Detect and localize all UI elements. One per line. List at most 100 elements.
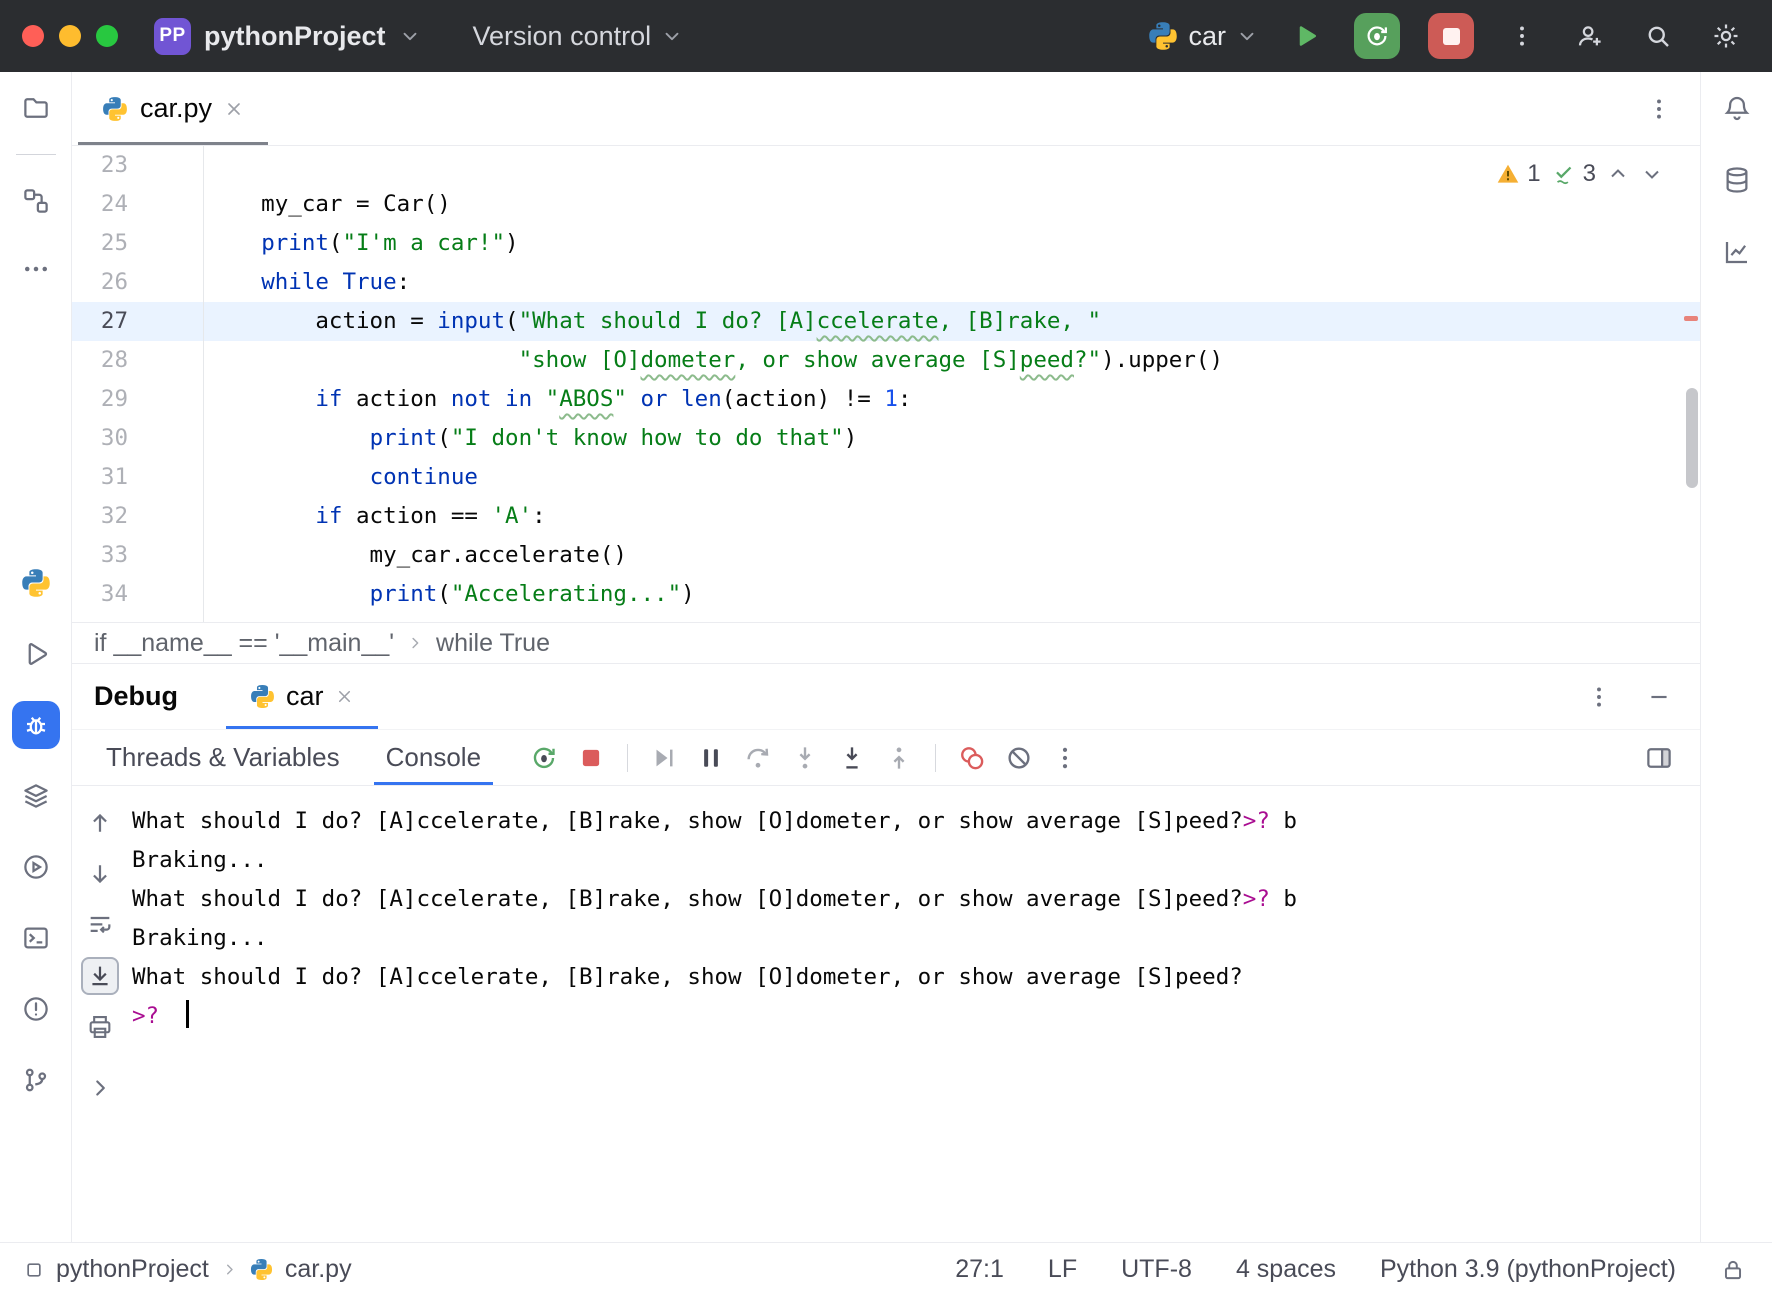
statusbar-project[interactable]: pythonProject xyxy=(56,1255,209,1284)
line-number[interactable]: 30 xyxy=(72,419,203,458)
version-control-tool-button[interactable] xyxy=(12,1056,60,1104)
rerun-debug-button[interactable] xyxy=(1354,13,1400,59)
layout-settings-icon[interactable] xyxy=(1644,743,1674,773)
run-button[interactable] xyxy=(1286,16,1326,56)
up-stack-frame-button[interactable] xyxy=(81,804,119,842)
line-number[interactable]: 25 xyxy=(72,224,203,263)
code-line-23[interactable]: 23 xyxy=(72,146,1700,185)
code-with-me-button[interactable] xyxy=(1570,16,1610,56)
stop-button[interactable] xyxy=(1428,13,1474,59)
warnings-group[interactable]: 1 xyxy=(1495,154,1540,193)
code-line-27[interactable]: 27 action = input("What should I do? [A]… xyxy=(72,302,1700,341)
interpreter-widget[interactable]: Python 3.9 (pythonProject) xyxy=(1380,1255,1676,1284)
zoom-window-button[interactable] xyxy=(96,25,118,47)
project-tool-button[interactable] xyxy=(12,84,60,132)
run-anything-button[interactable] xyxy=(12,843,60,891)
line-number[interactable]: 31 xyxy=(72,458,203,497)
resume-icon[interactable] xyxy=(649,743,679,773)
step-out-icon[interactable] xyxy=(884,743,914,773)
tab-threads-variables[interactable]: Threads & Variables xyxy=(94,730,352,785)
minimize-window-button[interactable] xyxy=(59,25,81,47)
debug-session-tab[interactable]: car xyxy=(226,664,378,729)
more-actions-button[interactable] xyxy=(1502,16,1542,56)
project-widget[interactable]: PP pythonProject xyxy=(154,18,421,55)
tab-console[interactable]: Console xyxy=(374,730,493,785)
problems-tool-button[interactable] xyxy=(12,985,60,1033)
structure-tool-button[interactable] xyxy=(12,177,60,225)
search-everywhere-button[interactable] xyxy=(1638,16,1678,56)
error-stripe-mark[interactable] xyxy=(1684,316,1698,321)
view-breakpoints-icon[interactable] xyxy=(957,743,987,773)
previous-problem-icon[interactable] xyxy=(1606,162,1630,186)
notifications-button[interactable] xyxy=(1713,84,1761,132)
code-line-30[interactable]: 30 print("I don't know how to do that") xyxy=(72,419,1700,458)
soft-wrap-button[interactable] xyxy=(81,906,119,944)
close-icon[interactable] xyxy=(335,687,354,706)
line-number[interactable]: 27 xyxy=(72,302,203,341)
scroll-to-end-button[interactable] xyxy=(81,957,119,995)
pause-icon[interactable] xyxy=(696,743,726,773)
rerun-icon[interactable] xyxy=(529,743,559,773)
code-line-32[interactable]: 32 if action == 'A': xyxy=(72,497,1700,536)
debug-tool-button[interactable] xyxy=(12,701,60,749)
caret-position-widget[interactable]: 27:1 xyxy=(955,1255,1004,1284)
line-number[interactable]: 33 xyxy=(72,536,203,575)
database-tool-button[interactable] xyxy=(1713,156,1761,204)
python-packages-button[interactable] xyxy=(12,559,60,607)
code-line-29[interactable]: 29 if action not in "ABOS" or len(action… xyxy=(72,380,1700,419)
expand-toolbar-button[interactable] xyxy=(81,1069,119,1107)
editor[interactable]: 2324 my_car = Car()25 print("I'm a car!"… xyxy=(72,146,1700,622)
next-problem-icon[interactable] xyxy=(1640,162,1664,186)
charts-tool-button[interactable] xyxy=(1713,228,1761,276)
step-into-icon[interactable] xyxy=(790,743,820,773)
print-button[interactable] xyxy=(81,1008,119,1046)
editor-scrollbar[interactable] xyxy=(1686,388,1698,488)
statusbar-file[interactable]: car.py xyxy=(285,1255,352,1284)
git-branch-icon xyxy=(21,1065,51,1095)
breadcrumb-item[interactable]: while True xyxy=(436,629,550,658)
minimize-panel-icon[interactable] xyxy=(1646,684,1672,710)
more-tools-button[interactable] xyxy=(12,245,60,293)
structure-icon xyxy=(21,186,51,216)
encoding-widget[interactable]: UTF-8 xyxy=(1121,1255,1192,1284)
line-number[interactable]: 23 xyxy=(72,146,203,185)
breadcrumb-item[interactable]: if __name__ == '__main__' xyxy=(94,629,394,658)
code-line-31[interactable]: 31 continue xyxy=(72,458,1700,497)
vcs-widget[interactable]: Version control xyxy=(473,21,684,52)
line-number[interactable]: 29 xyxy=(72,380,203,419)
services-tool-button[interactable] xyxy=(12,772,60,820)
terminal-tool-button[interactable] xyxy=(12,914,60,962)
step-over-icon[interactable] xyxy=(743,743,773,773)
code-line-33[interactable]: 33 my_car.accelerate() xyxy=(72,536,1700,575)
editor-tab-car-py[interactable]: car.py xyxy=(78,72,268,145)
force-step-into-icon[interactable] xyxy=(837,743,867,773)
run-configuration-selector[interactable]: car xyxy=(1148,21,1258,52)
code-line-34[interactable]: 34 print("Accelerating...") xyxy=(72,575,1700,614)
code-line-26[interactable]: 26 while True: xyxy=(72,263,1700,302)
code-line-25[interactable]: 25 print("I'm a car!") xyxy=(72,224,1700,263)
kebab-menu-icon[interactable] xyxy=(1586,684,1612,710)
mute-breakpoints-icon[interactable] xyxy=(1004,743,1034,773)
stop-icon[interactable] xyxy=(576,743,606,773)
lock-icon[interactable] xyxy=(1720,1257,1746,1283)
settings-button[interactable] xyxy=(1706,16,1746,56)
close-icon[interactable] xyxy=(224,99,244,119)
inspection-widget[interactable]: 1 3 xyxy=(1489,152,1670,195)
line-number[interactable]: 24 xyxy=(72,185,203,224)
console-output[interactable]: What should I do? [A]ccelerate, [B]rake,… xyxy=(128,786,1700,1242)
console-panel: What should I do? [A]ccelerate, [B]rake,… xyxy=(72,786,1700,1242)
code-line-24[interactable]: 24 my_car = Car() xyxy=(72,185,1700,224)
run-tool-button[interactable] xyxy=(12,630,60,678)
line-ending-widget[interactable]: LF xyxy=(1048,1255,1077,1284)
passed-group[interactable]: 3 xyxy=(1551,154,1596,193)
line-number[interactable]: 28 xyxy=(72,341,203,380)
tab-options-button[interactable] xyxy=(1646,96,1672,122)
code-line-28[interactable]: 28 "show [O]dometer, or show average [S]… xyxy=(72,341,1700,380)
line-number[interactable]: 32 xyxy=(72,497,203,536)
kebab-menu-icon[interactable] xyxy=(1051,744,1079,772)
line-number[interactable]: 34 xyxy=(72,575,203,614)
close-window-button[interactable] xyxy=(22,25,44,47)
down-stack-frame-button[interactable] xyxy=(81,855,119,893)
line-number[interactable]: 26 xyxy=(72,263,203,302)
indent-widget[interactable]: 4 spaces xyxy=(1236,1255,1336,1284)
